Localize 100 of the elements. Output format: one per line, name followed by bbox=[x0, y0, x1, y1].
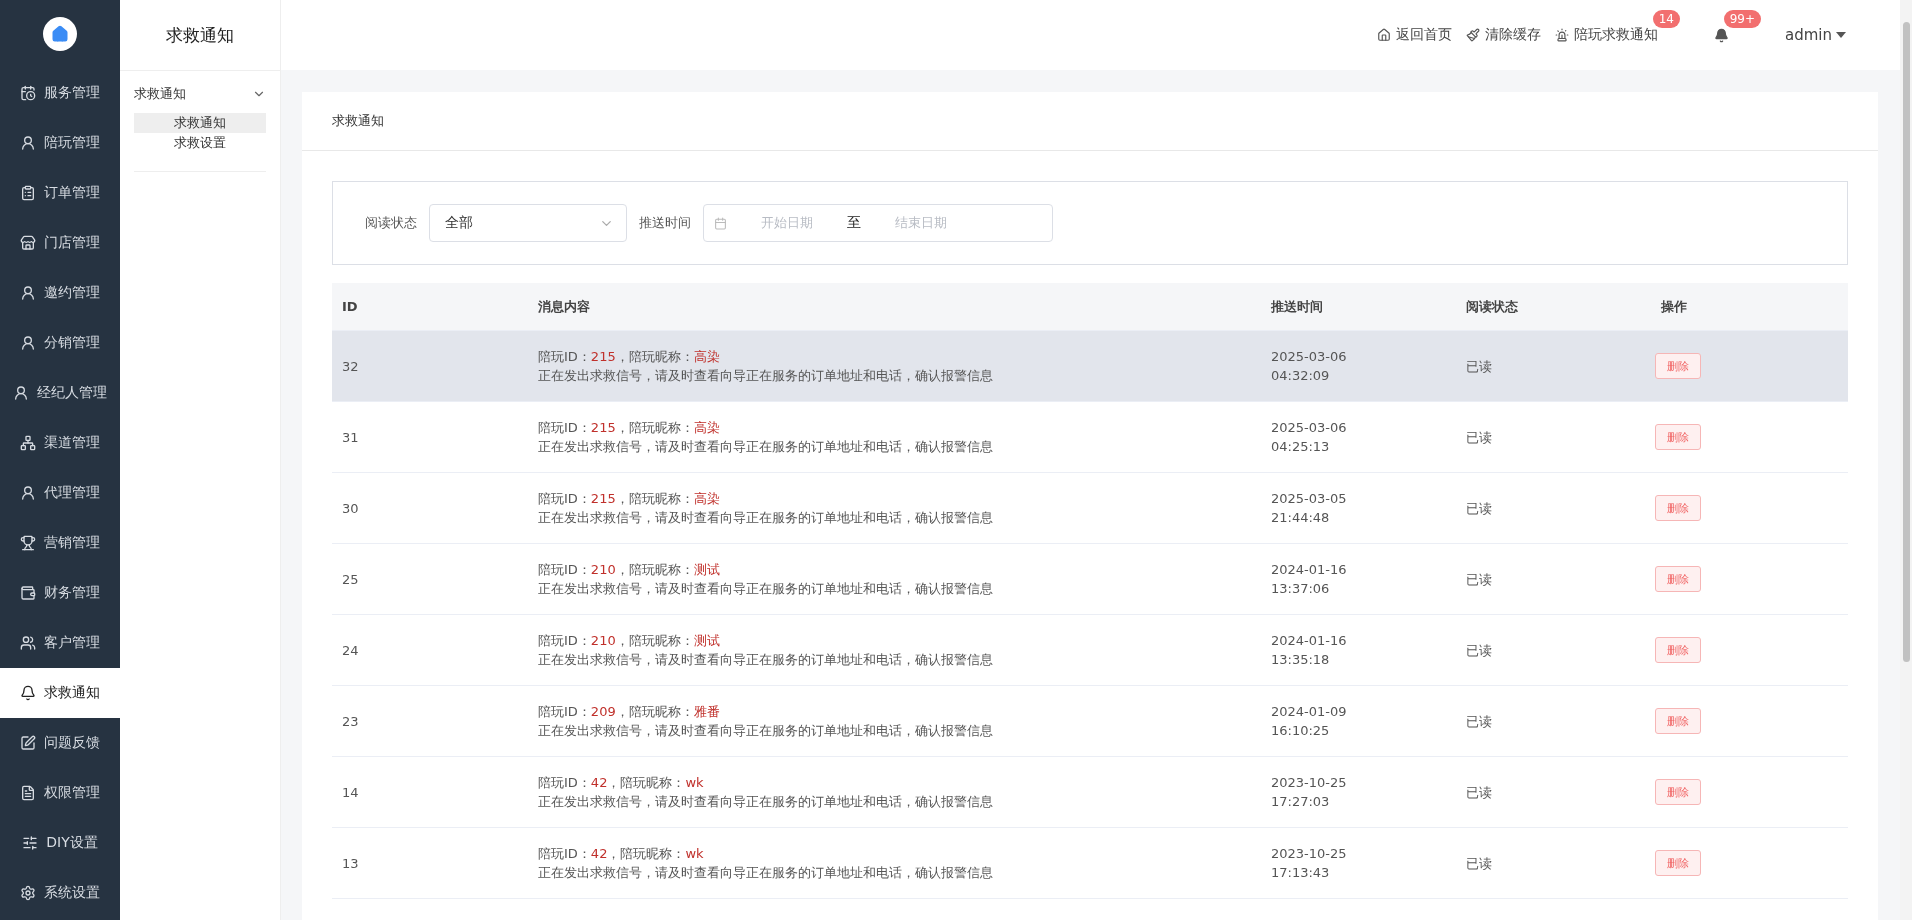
companion-info: 陪玩ID：210，陪玩昵称：测试 bbox=[538, 561, 721, 579]
caret-icon bbox=[1836, 32, 1846, 38]
companion-info: 陪玩ID：210，陪玩昵称：测试 bbox=[538, 632, 721, 650]
table-cell-text: 24 bbox=[341, 641, 360, 660]
table-cell-text: 已读 bbox=[1465, 570, 1493, 589]
message-text: 正在发出求救信号，请及时查看向导正在服务的订单地址和电话，确认报警信息 bbox=[538, 438, 994, 456]
user-menu[interactable]: admin bbox=[1785, 26, 1846, 44]
date-range-field[interactable]: 开始日期 至 结束日期 bbox=[703, 204, 1053, 242]
range-separator: 至 bbox=[847, 214, 861, 232]
calendar-icon bbox=[714, 216, 727, 230]
table-cell-text: 31 bbox=[341, 428, 360, 447]
sidebar-item[interactable]: 代理管理 bbox=[0, 468, 120, 518]
header-link[interactable]: 陪玩求救通知 bbox=[1555, 26, 1658, 44]
calendar-clock-icon bbox=[20, 85, 36, 101]
card-title: 求救通知 bbox=[302, 92, 1878, 151]
edit-icon bbox=[20, 735, 36, 751]
message-text: 正在发出求救信号，请及时查看向导正在服务的订单地址和电话，确认报警信息 bbox=[538, 722, 994, 740]
table-cell-text: 14 bbox=[341, 783, 360, 802]
table-cell-text: 已读 bbox=[1465, 499, 1493, 518]
sidebar-item[interactable]: 系统设置 bbox=[0, 868, 120, 918]
message-text: 正在发出求救信号，请及时查看向导正在服务的订单地址和电话，确认报警信息 bbox=[538, 793, 994, 811]
companion-info: 陪玩ID：42，陪玩昵称：wk bbox=[538, 774, 705, 792]
home-icon bbox=[1377, 28, 1391, 42]
message-text: 正在发出求救信号，请及时查看向导正在服务的订单地址和电话，确认报警信息 bbox=[538, 651, 994, 669]
bell-icon bbox=[1714, 27, 1729, 43]
table-cell-text: 已读 bbox=[1465, 854, 1493, 873]
submenu-item[interactable]: 求救设置 bbox=[134, 133, 266, 153]
sidebar-item[interactable]: 分销管理 bbox=[0, 318, 120, 368]
end-date-placeholder: 结束日期 bbox=[894, 214, 948, 232]
sidebar-item[interactable]: 客户管理 bbox=[0, 618, 120, 668]
sidebar-item[interactable]: 问题反馈 bbox=[0, 718, 120, 768]
logo[interactable] bbox=[43, 17, 77, 51]
table-cell-text: 2024-01-16 13:35:18 bbox=[1270, 632, 1348, 669]
message-text: 正在发出求救信号，请及时查看向导正在服务的订单地址和电话，确认报警信息 bbox=[538, 509, 994, 527]
companion-info: 陪玩ID：42，陪玩昵称：wk bbox=[538, 845, 705, 863]
user-icon bbox=[20, 285, 36, 301]
table-cell-text: 25 bbox=[341, 570, 360, 589]
sidebar-item[interactable]: 订单管理 bbox=[0, 168, 120, 218]
sidebar-item[interactable]: 权限管理 bbox=[0, 768, 120, 818]
table-cell-text: 32 bbox=[341, 357, 360, 376]
table-cell-text: 2024-01-16 13:37:06 bbox=[1270, 561, 1348, 598]
message-text: 正在发出求救信号，请及时查看向导正在服务的订单地址和电话，确认报警信息 bbox=[538, 580, 994, 598]
table-cell-text: 23 bbox=[341, 712, 360, 731]
user-icon bbox=[13, 385, 29, 401]
submenu-group[interactable]: 求救通知 bbox=[134, 83, 266, 105]
column-header: 消息内容 bbox=[537, 297, 591, 316]
user-icon bbox=[20, 335, 36, 351]
users-icon bbox=[20, 635, 36, 651]
home-icon bbox=[51, 25, 69, 43]
table-cell-text: 已读 bbox=[1465, 428, 1493, 447]
message-text: 正在发出求救信号，请及时查看向导正在服务的订单地址和电话，确认报警信息 bbox=[538, 864, 994, 882]
sidebar-item[interactable]: 服务管理 bbox=[0, 68, 120, 118]
submenu-item[interactable]: 求救通知 bbox=[134, 113, 266, 133]
companion-info: 陪玩ID：215，陪玩昵称：高染 bbox=[538, 419, 721, 437]
table-cell-text: 2025-03-06 04:25:13 bbox=[1270, 419, 1348, 456]
message-text: 正在发出求救信号，请及时查看向导正在服务的订单地址和电话，确认报警信息 bbox=[538, 367, 994, 385]
table-cell-text: 已读 bbox=[1465, 712, 1493, 731]
table-cell-text: 2025-03-05 21:44:48 bbox=[1270, 490, 1348, 527]
column-header: 操作 bbox=[1660, 297, 1688, 316]
siren-icon bbox=[1555, 28, 1569, 42]
status-select[interactable]: 全部 bbox=[429, 204, 627, 242]
table-cell-text: 已读 bbox=[1465, 641, 1493, 660]
companion-info: 陪玩ID：215，陪玩昵称：高染 bbox=[538, 348, 721, 366]
count-badge: 99+ bbox=[1723, 9, 1761, 28]
count-badge: 14 bbox=[1652, 10, 1680, 28]
table-cell-text: 2024-01-09 16:10:25 bbox=[1270, 703, 1348, 740]
user-icon bbox=[20, 485, 36, 501]
table-cell-text: 30 bbox=[341, 499, 360, 518]
store-icon bbox=[20, 235, 36, 251]
sidebar-item[interactable]: 陪玩管理 bbox=[0, 118, 120, 168]
sidebar-item[interactable]: 邀约管理 bbox=[0, 268, 120, 318]
filter-label: 推送时间 bbox=[639, 214, 691, 232]
filter-label: 阅读状态 bbox=[365, 214, 417, 232]
header-link[interactable]: 清除缓存 bbox=[1466, 26, 1541, 44]
start-date-placeholder: 开始日期 bbox=[760, 214, 814, 232]
column-header: ID bbox=[341, 299, 359, 314]
column-header: 推送时间 bbox=[1270, 297, 1324, 316]
table-cell-text: 2023-10-25 17:13:43 bbox=[1270, 845, 1348, 882]
column-header: 阅读状态 bbox=[1465, 297, 1519, 316]
user-icon bbox=[20, 135, 36, 151]
sidebar-item[interactable]: 财务管理 bbox=[0, 568, 120, 618]
sidebar-item[interactable]: 渠道管理 bbox=[0, 418, 120, 468]
header-link[interactable]: 返回首页 bbox=[1377, 26, 1452, 44]
sidebar-item[interactable]: 营销管理 bbox=[0, 518, 120, 568]
table-cell-text: 2023-10-25 17:27:03 bbox=[1270, 774, 1348, 811]
document-icon bbox=[20, 785, 36, 801]
settings-icon bbox=[20, 885, 36, 901]
sidebar-item[interactable]: 经纪人管理 bbox=[0, 368, 120, 418]
network-icon bbox=[20, 435, 36, 451]
sidebar-item[interactable]: 门店管理 bbox=[0, 218, 120, 268]
companion-info: 陪玩ID：215，陪玩昵称：高染 bbox=[538, 490, 721, 508]
sliders-icon bbox=[22, 835, 39, 851]
table-cell-text: 2025-03-06 04:32:09 bbox=[1270, 348, 1348, 385]
sidebar-item[interactable]: 求救通知 bbox=[0, 668, 120, 718]
sidebar-item[interactable]: DIY设置 bbox=[0, 818, 120, 868]
companion-info: 陪玩ID：209，陪玩昵称：雅番 bbox=[538, 703, 721, 721]
trophy-icon bbox=[20, 535, 36, 551]
submenu-title: 求救通知 bbox=[120, 0, 280, 71]
table-cell-text: 已读 bbox=[1465, 783, 1493, 802]
table-cell-text: 已读 bbox=[1465, 357, 1493, 376]
